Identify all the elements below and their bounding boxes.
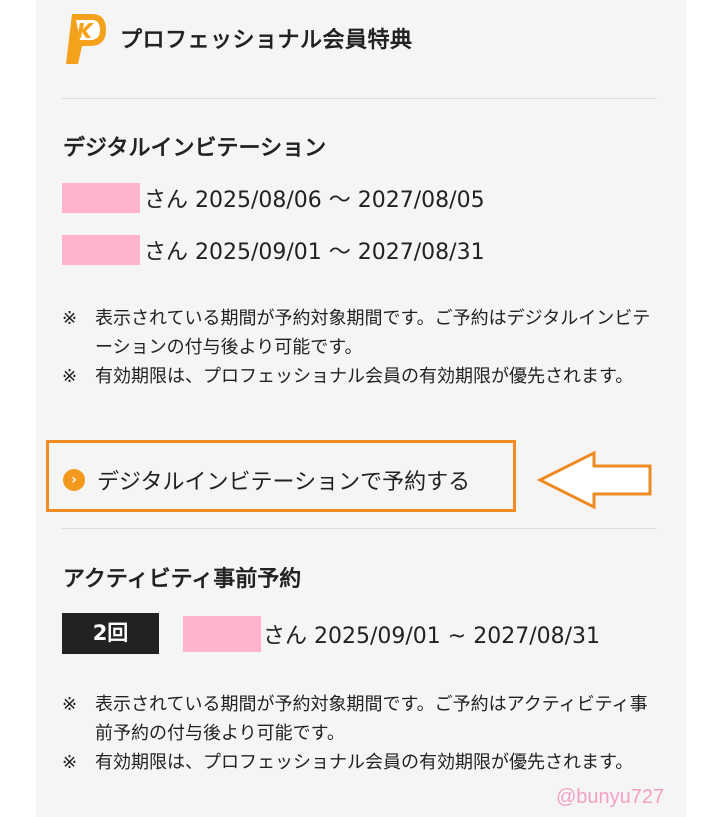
page-header: プロフェッショナル会員特典 [62, 8, 413, 68]
digital-invitation-title: デジタルインビテーション [63, 136, 327, 161]
activity-period: 2回 さん 2025/09/01 ~ 2027/08/31 [62, 613, 600, 654]
note-text: 有効期限は、プロフェッショナル会員の有効期限が優先されます。 [95, 752, 634, 773]
activity-notes: ※ 表示されている期間が予約対象期間です。ご予約はアクティビティ事前予約の付与後… [62, 690, 662, 777]
reserve-link-label: デジタルインビテーションで予約する [97, 470, 471, 495]
digital-invitation-period-2: さん 2025/09/01 〜 2027/08/31 [62, 234, 485, 266]
activity-title: アクティビティ事前予約 [63, 567, 302, 592]
period-text: さん 2025/08/06 〜 2027/08/05 [144, 188, 485, 213]
header-divider [62, 98, 657, 99]
note-item: ※ 有効期限は、プロフェッショナル会員の有効期限が優先されます。 [62, 362, 662, 391]
count-badge: 2回 [62, 613, 159, 654]
digital-invitation-period-1: さん 2025/08/06 〜 2027/08/05 [62, 182, 485, 214]
period-text: さん 2025/09/01 ~ 2027/08/31 [263, 623, 601, 649]
note-mark: ※ [62, 752, 78, 773]
note-text: 表示されている期間が予約対象期間です。ご予約はアクティビティ事前予約の付与後より… [95, 694, 648, 744]
redacted-name [183, 615, 261, 652]
digital-invitation-notes: ※ 表示されている期間が予約対象期間です。ご予約はデジタルインビテーションの付与… [62, 304, 662, 391]
header-title: プロフェッショナル会員特典 [120, 28, 413, 53]
watermark: @bunyu727 [556, 786, 665, 808]
professional-logo-icon [62, 10, 110, 66]
left-arrow-icon [536, 450, 652, 510]
note-item: ※ 有効期限は、プロフェッショナル会員の有効期限が優先されます。 [62, 748, 662, 777]
digital-invitation-reserve-link[interactable]: › デジタルインビテーションで予約する [63, 464, 470, 496]
note-item: ※ 表示されている期間が予約対象期間です。ご予約はデジタルインビテーションの付与… [62, 304, 662, 362]
note-mark: ※ [62, 366, 78, 387]
chevron-right-icon: › [63, 469, 85, 491]
note-item: ※ 表示されている期間が予約対象期間です。ご予約はアクティビティ事前予約の付与後… [62, 690, 662, 748]
redacted-name [62, 183, 140, 213]
note-mark: ※ [62, 308, 78, 329]
note-text: 表示されている期間が予約対象期間です。ご予約はデジタルインビテーションの付与後よ… [95, 308, 651, 358]
redacted-name [62, 235, 140, 265]
note-mark: ※ [62, 694, 78, 715]
section-divider [62, 528, 657, 529]
period-text: さん 2025/09/01 〜 2027/08/31 [144, 240, 485, 265]
note-text: 有効期限は、プロフェッショナル会員の有効期限が優先されます。 [95, 366, 634, 387]
